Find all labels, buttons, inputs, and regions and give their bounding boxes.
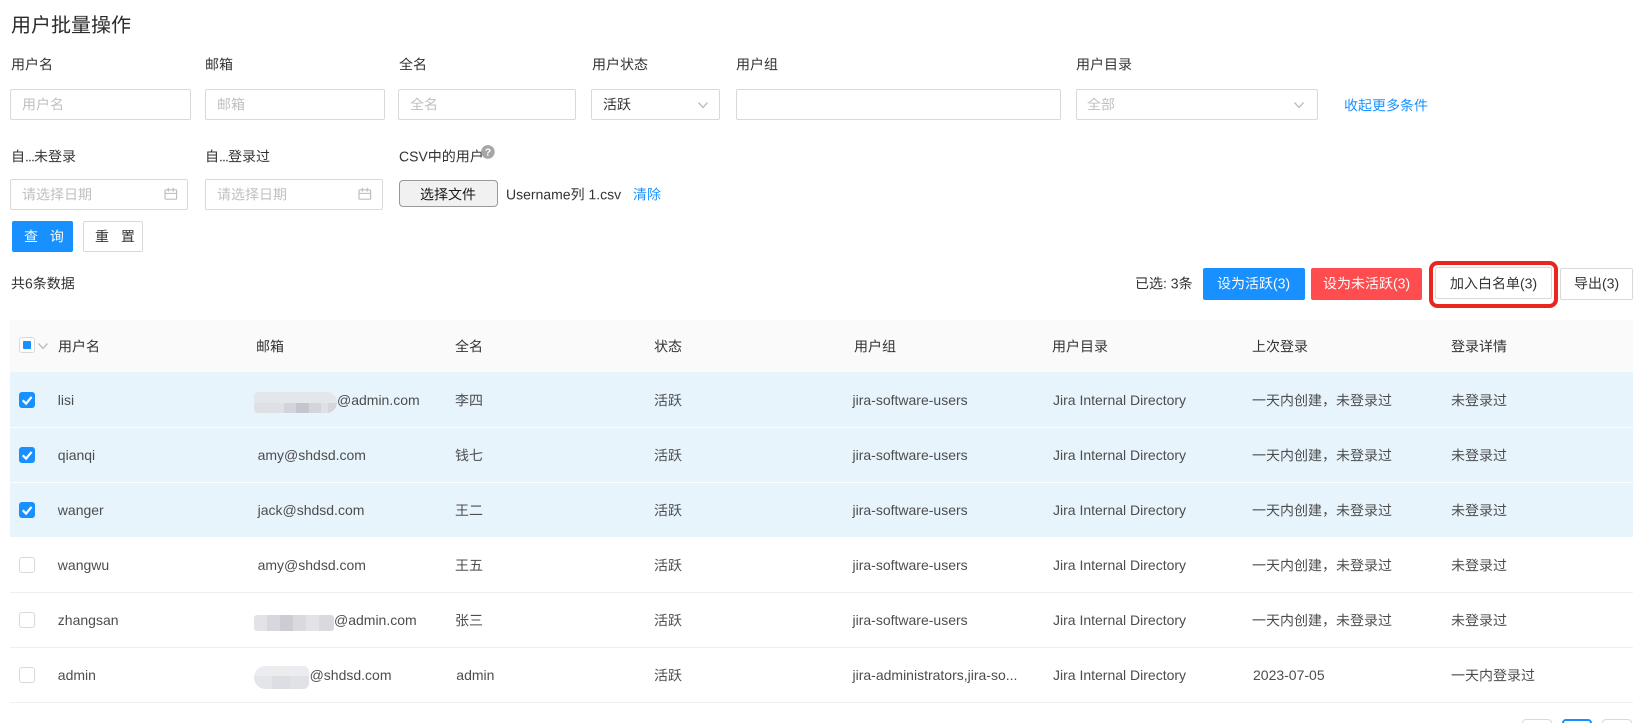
svg-text:?: ? (485, 147, 491, 159)
